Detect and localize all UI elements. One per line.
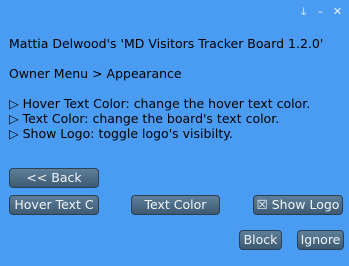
- close-icon[interactable]: ✕: [332, 6, 343, 18]
- help-item-hover-text-color: ▷ Hover Text Color: change the hover tex…: [9, 96, 311, 111]
- minimize-icon[interactable]: –: [315, 6, 326, 18]
- help-item-show-logo: ▷ Show Logo: toggle logo's visibilty.: [9, 126, 233, 141]
- dock-icon[interactable]: ⤓: [298, 6, 309, 18]
- help-item-text-color: ▷ Text Color: change the board's text co…: [9, 111, 280, 126]
- ignore-button[interactable]: Ignore: [297, 230, 344, 250]
- dialog-title: Mattia Delwood's 'MD Visitors Tracker Bo…: [9, 36, 324, 51]
- show-logo-toggle-button[interactable]: ☒ Show Logo: [253, 195, 343, 215]
- block-button[interactable]: Block: [239, 230, 282, 250]
- script-dialog: ⤓ – ✕ Mattia Delwood's 'MD Visitors Trac…: [0, 0, 349, 266]
- text-color-button[interactable]: Text Color: [131, 195, 220, 215]
- hover-text-color-button[interactable]: Hover Text C: [9, 195, 99, 215]
- back-button[interactable]: << Back: [9, 168, 99, 188]
- window-controls: ⤓ – ✕: [298, 6, 343, 18]
- breadcrumb: Owner Menu > Appearance: [9, 66, 182, 81]
- dialog-message: Mattia Delwood's 'MD Visitors Tracker Bo…: [9, 36, 340, 141]
